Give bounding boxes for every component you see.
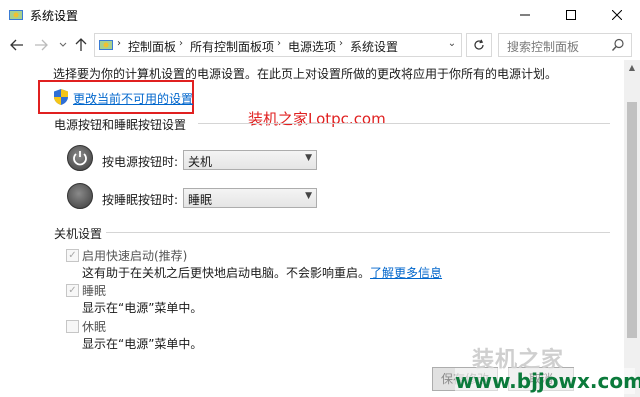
forward-button[interactable]	[30, 35, 52, 55]
arrow-up-icon	[75, 38, 87, 51]
up-button[interactable]	[70, 35, 92, 55]
chevron-down-icon: ▼	[305, 153, 312, 163]
minimize-icon	[520, 14, 530, 16]
control-panel-icon	[9, 10, 23, 20]
change-settings-highlight: 更改当前不可用的设置	[38, 80, 194, 114]
search-icon[interactable]	[611, 38, 625, 52]
arrow-left-icon	[10, 39, 23, 51]
power-symbol-icon	[73, 151, 87, 166]
breadcrumb-control-panel[interactable]: 控制面板	[128, 38, 176, 55]
vertical-scrollbar[interactable]: ▲	[624, 60, 640, 397]
back-button[interactable]	[6, 35, 28, 55]
navigation-bar: › 控制面板 › 所有控制面板项 › 电源选项 › 系统设置 ⌄ 搜索控制面板	[0, 30, 640, 60]
uac-shield-icon	[54, 89, 68, 105]
system-settings-window: 系统设置 › 控制面板 › 所有控制面板项 › 电源选项 › 系统设置 ⌄ 搜索…	[0, 0, 640, 397]
sleep-checkbox[interactable]: ✓	[66, 284, 79, 297]
close-button[interactable]	[594, 0, 640, 30]
change-unavailable-settings-link[interactable]: 更改当前不可用的设置	[73, 90, 193, 107]
control-panel-icon	[99, 40, 113, 50]
breadcrumb-separator-icon[interactable]: ›	[277, 38, 281, 49]
sleep-button-action-value: 睡眠	[188, 193, 213, 207]
hibernate-description: 显示在“电源”菜单中。	[82, 337, 203, 351]
fast-startup-label: 启用快速启动(推荐)	[82, 249, 188, 263]
chevron-down-icon	[59, 42, 67, 47]
fast-startup-checkbox[interactable]: ✓	[66, 249, 79, 262]
title-bar: 系统设置	[0, 0, 640, 30]
sleep-button-label: 按睡眠按钮时:	[102, 193, 179, 207]
power-button-action-value: 关机	[188, 155, 213, 169]
chevron-down-icon: ▼	[305, 191, 312, 201]
breadcrumb-separator-icon[interactable]: ›	[179, 38, 183, 49]
hibernate-checkbox[interactable]	[66, 320, 79, 333]
scroll-up-icon[interactable]: ▲	[624, 60, 640, 76]
breadcrumb-separator-icon[interactable]: ›	[339, 38, 343, 49]
learn-more-link[interactable]: 了解更多信息	[370, 266, 442, 280]
moon-icon	[75, 189, 82, 203]
breadcrumb-system-settings[interactable]: 系统设置	[350, 38, 398, 55]
search-placeholder[interactable]: 搜索控制面板	[507, 38, 579, 55]
maximize-icon	[566, 10, 576, 20]
fast-startup-desc-text: 这有助于在关机之后更快地启动电脑。不会影响重启。	[82, 266, 371, 280]
hibernate-label: 休眠	[82, 320, 107, 334]
fast-startup-description: 这有助于在关机之后更快地启动电脑。不会影响重启。了解更多信息	[82, 264, 442, 281]
brand-url-watermark: www.bjjowx.com	[455, 368, 640, 394]
breadcrumb-separator-icon[interactable]: ›	[117, 38, 121, 49]
watermark-text: 装机之家Lotpc.com	[248, 110, 386, 128]
address-dropdown-icon[interactable]: ⌄	[444, 38, 460, 54]
power-section-title: 电源按钮和睡眠按钮设置	[54, 118, 187, 132]
section-divider	[198, 123, 610, 124]
window-title: 系统设置	[30, 9, 79, 23]
sleep-button-action-select[interactable]: 睡眠 ▼	[183, 188, 317, 208]
maximize-button[interactable]	[548, 0, 594, 30]
scrollbar-thumb[interactable]	[627, 102, 637, 338]
refresh-button[interactable]	[466, 33, 492, 57]
breadcrumb-power-options[interactable]: 电源选项	[288, 38, 336, 55]
sleep-description: 显示在“电源”菜单中。	[82, 301, 203, 315]
power-button-action-select[interactable]: 关机 ▼	[183, 150, 317, 170]
arrow-right-icon	[35, 39, 48, 51]
sleep-button-icon	[67, 183, 93, 209]
address-bar[interactable]: › 控制面板 › 所有控制面板项 › 电源选项 › 系统设置	[94, 33, 462, 57]
power-button-icon	[67, 145, 93, 171]
section-divider	[106, 232, 610, 233]
minimize-button[interactable]	[502, 0, 548, 30]
search-box[interactable]: 搜索控制面板	[498, 33, 632, 57]
refresh-icon	[474, 39, 484, 50]
sleep-label: 睡眠	[82, 284, 107, 298]
breadcrumb-all-items[interactable]: 所有控制面板项	[190, 38, 274, 55]
shutdown-section-title: 关机设置	[54, 227, 103, 241]
close-icon	[612, 10, 622, 20]
power-button-label: 按电源按钮时:	[102, 155, 179, 169]
